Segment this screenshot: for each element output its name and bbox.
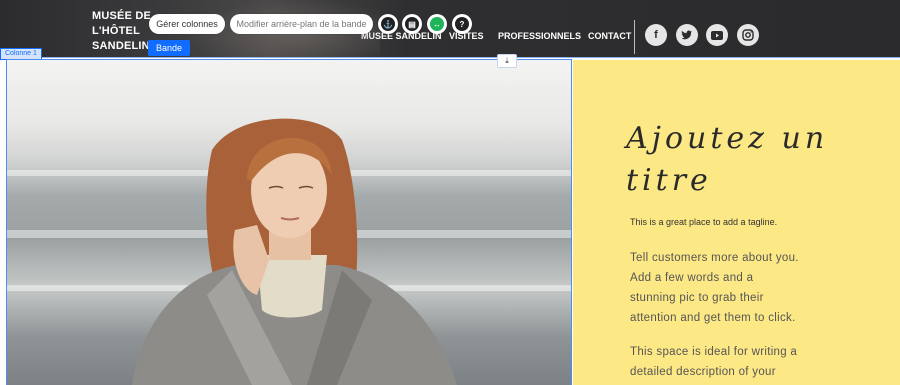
instagram-icon[interactable] xyxy=(737,24,759,46)
panel-tagline[interactable]: This is a great place to add a tagline. xyxy=(630,217,777,227)
layout-icon: ▤ xyxy=(405,17,419,31)
paragraph-line: This space is ideal for writing a xyxy=(630,346,798,358)
nav-item-professionnels[interactable]: PROFESSIONNELS xyxy=(498,31,581,41)
text-column[interactable]: Ajoutez un titre This is a great place t… xyxy=(573,60,900,385)
panel-paragraph-1[interactable]: Tell customers more about you. Add a few… xyxy=(630,248,830,328)
manage-columns-button[interactable]: Gérer colonnes xyxy=(149,14,225,34)
paragraph-line: Add a few words and a xyxy=(630,272,754,284)
site-header: MUSÉE DE L'HÔTEL SANDELIN MUSÉE SANDELIN… xyxy=(0,0,900,58)
facebook-icon[interactable]: f xyxy=(645,24,667,46)
twitter-icon[interactable] xyxy=(676,24,698,46)
band-label[interactable]: Bande xyxy=(148,40,190,56)
paragraph-line: Tell customers more about you. xyxy=(630,252,799,264)
nav-item-musee[interactable]: MUSÉE SANDELIN xyxy=(361,31,442,41)
help-icon: ? xyxy=(455,17,469,31)
download-handle-icon[interactable]: ⤓ xyxy=(497,54,517,68)
panel-title[interactable]: Ajoutez un titre xyxy=(626,118,886,202)
layout-tool-button[interactable]: ▤ xyxy=(402,14,422,34)
paragraph-line: detailed description of your xyxy=(630,366,776,378)
logo-line: SANDELIN xyxy=(92,40,150,52)
anchor-tool-button[interactable]: ⚓ xyxy=(378,14,398,34)
youtube-icon[interactable] xyxy=(706,24,728,46)
social-divider xyxy=(634,20,635,54)
section-guide-line xyxy=(0,57,900,58)
panel-paragraph-2[interactable]: This space is ideal for writing a detail… xyxy=(630,342,830,382)
stretch-tool-button[interactable]: ↔ xyxy=(427,14,447,34)
site-logo[interactable]: MUSÉE DE L'HÔTEL SANDELIN xyxy=(92,9,151,54)
help-tool-button[interactable]: ? xyxy=(452,14,472,34)
column-selection-frame xyxy=(6,59,572,385)
paragraph-line: attention and get them to click. xyxy=(630,312,796,324)
change-background-button[interactable]: Modifier arrière-plan de la bande xyxy=(230,14,373,34)
nav-item-contact[interactable]: CONTACT xyxy=(588,31,631,41)
logo-line: MUSÉE DE xyxy=(92,10,152,22)
logo-line: L'HÔTEL xyxy=(92,25,141,37)
stretch-icon: ↔ xyxy=(430,17,444,31)
anchor-icon: ⚓ xyxy=(381,17,395,31)
paragraph-line: stunning pic to grab their xyxy=(630,292,764,304)
